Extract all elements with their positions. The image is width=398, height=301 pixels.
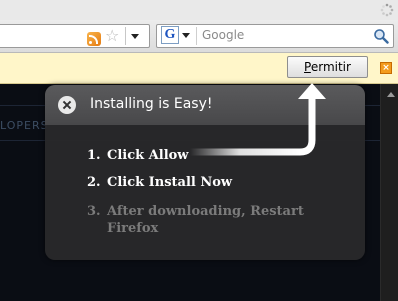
pointer-arrow-icon (190, 83, 326, 156)
